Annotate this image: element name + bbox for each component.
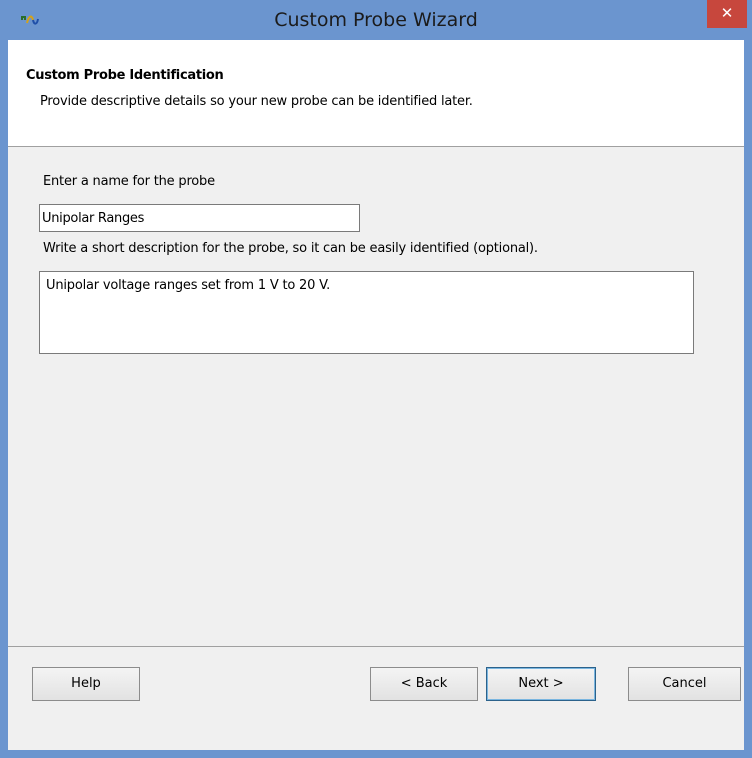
cancel-button[interactable]: Cancel: [628, 667, 741, 701]
probe-name-input[interactable]: [39, 204, 360, 232]
window-title: Custom Probe Wizard: [274, 9, 478, 31]
wizard-header: Custom Probe Identification Provide desc…: [8, 40, 744, 147]
title-bar[interactable]: Custom Probe Wizard ✕: [0, 0, 752, 40]
page-subtitle: Provide descriptive details so your new …: [40, 94, 473, 109]
footer-divider: [8, 646, 744, 647]
help-button[interactable]: Help: [32, 667, 140, 701]
wizard-window: Custom Probe Wizard ✕ Custom Probe Ident…: [0, 0, 752, 758]
next-button[interactable]: Next >: [486, 667, 596, 701]
wizard-body: Custom Probe Identification Provide desc…: [8, 40, 744, 750]
name-label: Enter a name for the probe: [43, 174, 215, 189]
page-title: Custom Probe Identification: [26, 68, 224, 83]
probe-description-input[interactable]: Unipolar voltage ranges set from 1 V to …: [39, 271, 694, 354]
back-button[interactable]: < Back: [370, 667, 478, 701]
description-label: Write a short description for the probe,…: [43, 241, 538, 256]
close-icon: ✕: [720, 4, 734, 22]
close-button[interactable]: ✕: [707, 0, 747, 28]
